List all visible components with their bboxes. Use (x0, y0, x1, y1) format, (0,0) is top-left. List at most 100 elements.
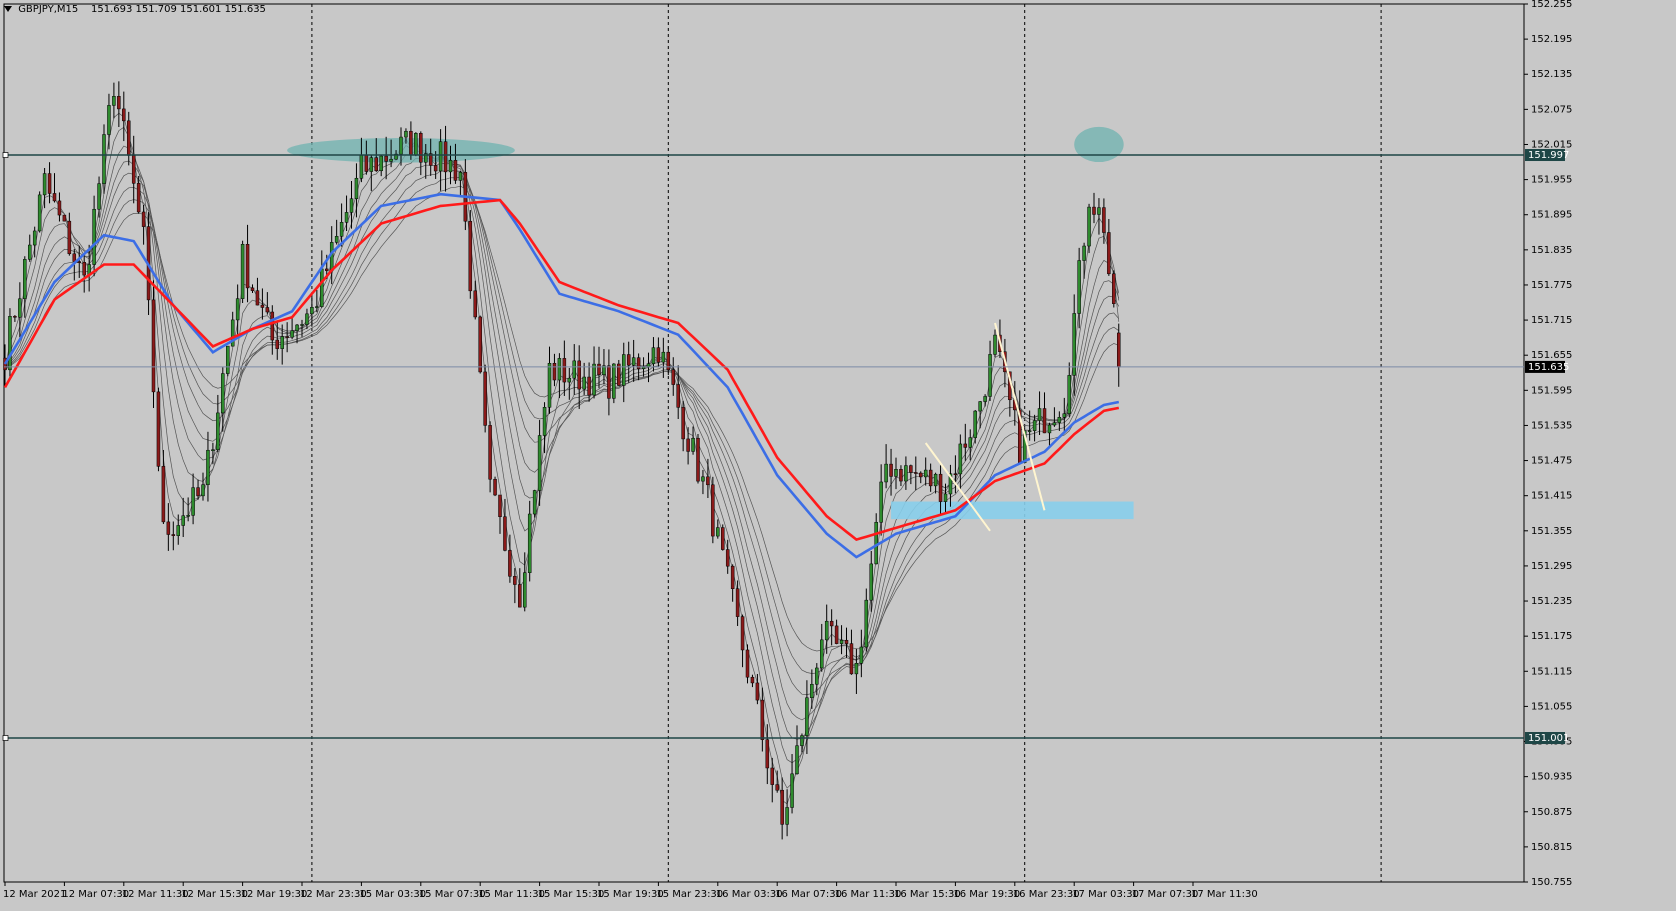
candle-body (1052, 422, 1057, 426)
candle-body (290, 330, 294, 338)
candle-body (310, 307, 314, 315)
price-tick-label: 151.895 (1531, 210, 1572, 221)
candle-body (1072, 313, 1076, 376)
candle-body (364, 155, 369, 172)
candle-body (92, 208, 96, 265)
candle-body (968, 437, 972, 448)
candle-body (102, 134, 106, 184)
candle-body (503, 516, 507, 551)
candle-body (735, 588, 740, 617)
candle-body (325, 268, 329, 271)
candle-body (181, 515, 185, 526)
candle-body (562, 358, 567, 383)
time-tick-label: 15 Mar 07:30 (419, 889, 486, 900)
candle-body (765, 739, 770, 769)
candle-body (884, 463, 888, 483)
candle-body (339, 222, 344, 237)
candle-body (661, 351, 666, 363)
candle-body (844, 639, 849, 644)
candle-body (52, 193, 57, 202)
candle-body (725, 549, 730, 567)
candle-body (820, 639, 824, 669)
candle-body (716, 527, 720, 537)
candle-body (468, 220, 473, 292)
price-tick-label: 151.595 (1531, 385, 1572, 396)
candle-body (1062, 413, 1067, 418)
price-tick-label: 151.655 (1531, 350, 1572, 361)
candle-body (1077, 260, 1081, 314)
candle (414, 132, 418, 157)
candle-body (275, 339, 279, 349)
chart-window[interactable]: GBPJPY,M15 151.693 151.709 151.601 151.6… (0, 0, 1676, 907)
time-tick-label: 15 Mar 19:30 (597, 889, 664, 900)
dropdown-triangle-icon[interactable] (4, 6, 12, 12)
candle (483, 364, 487, 433)
price-tick-label: 151.715 (1531, 315, 1572, 326)
candle-body (438, 141, 443, 172)
price-tick-label: 152.015 (1531, 139, 1572, 150)
candle (37, 191, 42, 233)
candle-body (973, 410, 977, 438)
candle-body (127, 120, 131, 156)
time-tick-label: 16 Mar 07:30 (775, 889, 842, 900)
candle-body (443, 141, 448, 173)
candle-body (344, 212, 349, 223)
candle-body (1057, 416, 1062, 423)
candle-body (389, 158, 393, 162)
candle-body (993, 334, 997, 355)
horizontal-level-label: 151.997 (1528, 150, 1569, 161)
candle-body (711, 484, 715, 537)
candle-body (943, 493, 948, 502)
candle-body (523, 572, 527, 608)
price-chart[interactable]: 152.255152.195152.135152.075152.015151.9… (0, 0, 1676, 907)
time-tick-label: 17 Mar 11:30 (1191, 889, 1258, 900)
candle-body (305, 313, 309, 325)
candle-body (745, 649, 750, 678)
candle-body (295, 324, 299, 331)
candle-body (854, 663, 859, 675)
candle-body (240, 244, 245, 299)
candle-body (176, 525, 180, 536)
candle-body (42, 173, 47, 196)
candle-body (587, 376, 591, 396)
price-tick-label: 151.835 (1531, 245, 1572, 256)
candle-body (270, 311, 275, 341)
time-tick-label: 17 Mar 07:30 (1132, 889, 1199, 900)
candle-body (889, 463, 893, 477)
candle-body (186, 515, 190, 517)
candle-body (28, 244, 32, 260)
candle-body (928, 469, 933, 487)
candle-body (419, 133, 423, 163)
candle-body (151, 299, 156, 393)
candle-body (894, 469, 898, 477)
candle-body (597, 363, 601, 376)
candle-body (97, 183, 101, 210)
candle-body (498, 494, 502, 518)
candle-body (369, 157, 374, 172)
candle-body (671, 369, 675, 385)
candle-body (681, 407, 685, 440)
candle-body (938, 473, 943, 502)
time-tick-label: 16 Mar 03:30 (716, 889, 783, 900)
price-tick-label: 151.955 (1531, 175, 1572, 186)
candle-body (785, 807, 789, 825)
candle-body (582, 376, 586, 390)
candle-body (557, 358, 562, 381)
price-tick-label: 151.535 (1531, 420, 1572, 431)
candle-body (730, 565, 735, 589)
time-tick-label: 12 Mar 11:30 (122, 889, 189, 900)
candle (1112, 270, 1116, 308)
time-tick-label: 12 Mar 19:30 (241, 889, 308, 900)
price-tick-label: 151.775 (1531, 280, 1572, 291)
candle-body (1027, 430, 1032, 432)
candle-body (1102, 207, 1106, 233)
time-tick-label: 12 Mar 23:30 (300, 889, 367, 900)
horizontal-level-label: 151.001 (1528, 733, 1569, 744)
candle-body (834, 625, 839, 644)
candle-body (374, 157, 378, 172)
candle-body (107, 105, 111, 135)
price-tick-label: 151.355 (1531, 526, 1572, 537)
candle (1087, 203, 1091, 254)
candle-body (508, 550, 512, 577)
candle-body (953, 473, 958, 475)
